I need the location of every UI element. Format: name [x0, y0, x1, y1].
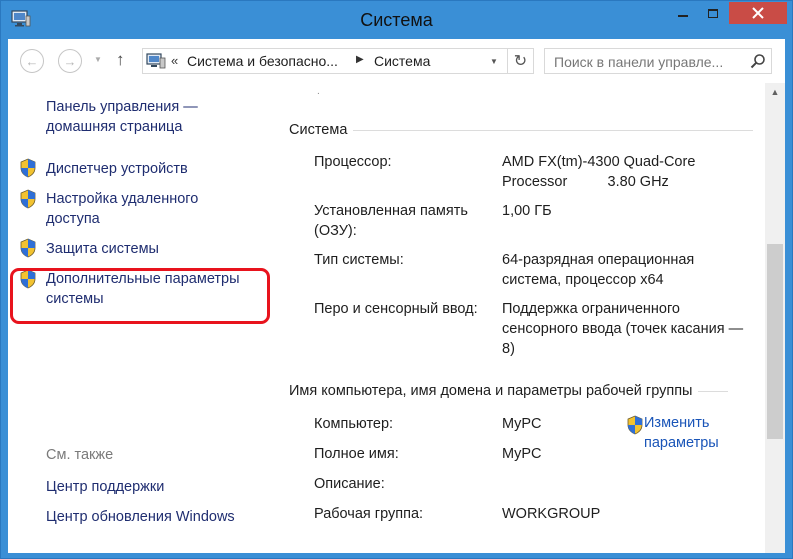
system-section-header: Система: [289, 120, 754, 140]
refresh-icon: ↻: [513, 53, 528, 70]
address-dropdown-icon[interactable]: ▼: [490, 57, 498, 66]
back-button[interactable]: ←: [20, 49, 44, 73]
breadcrumb-separator-icon[interactable]: ▶: [356, 54, 364, 65]
sidebar-item-device-manager[interactable]: Диспетчер устройств: [46, 159, 188, 179]
computer-name-label: Компьютер:: [314, 416, 394, 432]
recent-locations-button[interactable]: ▼: [94, 55, 102, 64]
memory-value: 1,00 ГБ: [502, 203, 552, 219]
arrow-left-icon: ←: [25, 53, 39, 69]
change-settings-label[interactable]: Изменить параметры: [644, 413, 744, 453]
control-panel-icon: [146, 53, 166, 69]
maximize-icon: [708, 8, 718, 18]
minimize-icon: [678, 15, 688, 17]
scroll-up-button[interactable]: ▲: [765, 83, 785, 101]
workgroup-label: Рабочая группа:: [314, 506, 424, 522]
title-bar[interactable]: Система: [1, 1, 792, 39]
see-also-heading: См. также: [46, 447, 114, 463]
shield-icon: [20, 238, 36, 258]
computer-section-header: Имя компьютера, имя домена и параметры р…: [289, 381, 729, 401]
pen-touch-label: Перо и сенсорный ввод:: [314, 301, 478, 317]
sidebar-item-remote-settings[interactable]: Настройка удаленного доступа: [46, 189, 226, 229]
maximize-button[interactable]: [698, 2, 728, 24]
computer-section-title: Имя компьютера, имя домена и параметры р…: [289, 383, 693, 399]
up-button[interactable]: ↑: [116, 50, 125, 70]
forward-button[interactable]: →: [58, 49, 82, 73]
address-bar[interactable]: « Система и безопасно... ▶ Система ▼: [142, 48, 508, 74]
breadcrumb-system[interactable]: Система: [374, 53, 430, 69]
system-window: Система ← → ▼ ↑ « Система и безопасно...…: [0, 0, 793, 559]
search-icon[interactable]: [750, 53, 766, 69]
search-box[interactable]: Поиск в панели управле...: [544, 48, 772, 74]
sidebar-item-windows-update[interactable]: Центр обновления Windows: [46, 507, 235, 527]
processor-label: Процессор:: [314, 154, 392, 170]
highlight-annotation: [10, 268, 270, 324]
memory-label: Установленная память (ОЗУ):: [314, 203, 468, 239]
vertical-scrollbar[interactable]: ▲: [765, 83, 785, 553]
minimize-button[interactable]: [668, 2, 698, 24]
window-content: ← → ▼ ↑ « Система и безопасно... ▶ Систе…: [8, 39, 785, 553]
arrow-right-icon: →: [63, 53, 77, 69]
system-section-title: Система: [289, 122, 348, 138]
scroll-thumb[interactable]: [767, 244, 783, 439]
shield-icon: [20, 189, 36, 209]
system-type-label: Тип системы:: [314, 252, 404, 268]
shield-icon: [20, 158, 36, 178]
scroll-residue: .: [317, 86, 320, 97]
section-divider: [353, 129, 754, 131]
full-name-label: Полное имя:: [314, 446, 399, 462]
sidebar-item-action-center[interactable]: Центр поддержки: [46, 477, 164, 497]
sidebar: Панель управления — домашняя страница Ди…: [8, 83, 276, 553]
system-type-value: 64-разрядная операционная система, проце…: [502, 252, 695, 288]
processor-value: AMD FX(tm)-4300 Quad-Core Processor 3.80…: [502, 154, 700, 190]
sidebar-item-system-protection[interactable]: Защита системы: [46, 239, 159, 259]
search-input[interactable]: Поиск в панели управле...: [554, 54, 723, 70]
main-pane: . Система Процессор: AMD FX(tm)-4300 Qua…: [276, 83, 763, 553]
address-overflow-icon[interactable]: «: [171, 53, 178, 68]
shield-icon: [627, 415, 643, 435]
computer-name-value: MyPC: [502, 416, 542, 432]
full-name-value: MyPC: [502, 446, 542, 462]
pen-touch-value: Поддержка ограниченного сенсорного ввода…: [502, 301, 744, 357]
breadcrumb-security[interactable]: Система и безопасно...: [187, 53, 338, 69]
section-divider: [698, 390, 729, 392]
control-panel-home-link[interactable]: Панель управления — домашняя страница: [46, 97, 236, 137]
navigation-bar: ← → ▼ ↑ « Система и безопасно... ▶ Систе…: [8, 39, 785, 83]
close-button[interactable]: [729, 2, 787, 24]
description-label: Описание:: [314, 476, 385, 492]
close-icon: [752, 7, 764, 19]
refresh-button[interactable]: ↻: [508, 48, 534, 74]
workgroup-value: WORKGROUP: [502, 506, 601, 522]
